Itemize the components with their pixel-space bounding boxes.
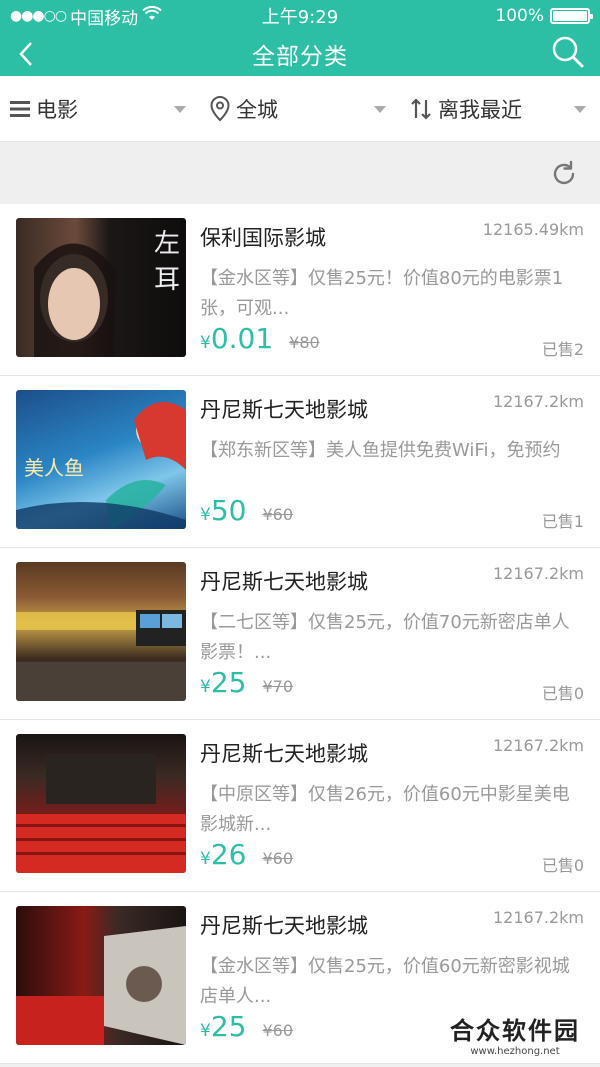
filter-category[interactable]: 电影 xyxy=(0,76,200,141)
search-icon xyxy=(552,36,584,68)
original-price: ¥60 xyxy=(262,849,294,868)
sort-icon xyxy=(411,97,431,120)
list-icon xyxy=(10,100,30,117)
refresh-button[interactable] xyxy=(550,160,578,188)
original-price: ¥70 xyxy=(262,677,294,696)
chevron-left-icon xyxy=(19,42,32,66)
caret-down-icon xyxy=(374,106,386,113)
movie-poster-image: 左耳 xyxy=(16,218,186,357)
list-item[interactable]: 左耳 保利国际影城 12165.49km 【金水区等】仅售25元！价值80元的电… xyxy=(0,204,600,376)
filter-area-label: 全城 xyxy=(236,97,278,122)
price-row: ¥ 25 ¥70 xyxy=(200,666,293,699)
filter-sort-label: 离我最近 xyxy=(438,97,522,122)
deal-description: 【二七区等】仅售25元，价值70元新密店单人影票！... xyxy=(200,612,570,663)
price-row: ¥ 50 ¥60 xyxy=(200,494,293,527)
deal-description: 【中原区等】仅售26元，价值60元中影星美电影城新... xyxy=(200,784,570,835)
list-item[interactable]: 美人鱼 丹尼斯七天地影城 12167.2km 【郑东新区等】美人鱼提供免费WiF… xyxy=(0,376,600,548)
original-price: ¥60 xyxy=(262,1021,294,1040)
status-bar: ●●●○○ 中国移动 上午9:29 100% xyxy=(0,0,600,32)
site-watermark: 合众软件园 www.hezhong.net xyxy=(444,1009,586,1059)
deal-description: 【金水区等】仅售25元！价值80元的电影票1张，可观... xyxy=(200,268,564,319)
watermark-title: 合众软件园 xyxy=(450,1017,580,1045)
clock: 上午9:29 xyxy=(261,7,339,28)
back-button[interactable] xyxy=(18,36,54,72)
deal-price: 25 xyxy=(210,1010,247,1043)
deal-price: 25 xyxy=(210,666,247,699)
caret-down-icon xyxy=(174,106,186,113)
sold-count: 已售1 xyxy=(541,512,584,531)
location-pin-icon xyxy=(210,95,230,121)
deal-description: 【金水区等】仅售25元，价值60元新密影视城店单人... xyxy=(200,956,570,1007)
carrier-label: 中国移动 xyxy=(70,8,139,29)
deal-price: 26 xyxy=(210,838,247,871)
distance-label: 12165.49km xyxy=(482,220,584,239)
currency-symbol: ¥ xyxy=(200,505,211,525)
currency-symbol: ¥ xyxy=(200,677,211,697)
list-item[interactable]: 丹尼斯七天地影城 12167.2km 【二七区等】仅售25元，价值70元新密店单… xyxy=(0,548,600,720)
cinema-lobby-image xyxy=(16,562,186,701)
sold-count: 已售2 xyxy=(541,340,584,359)
movie-poster-image: 美人鱼 xyxy=(16,390,186,529)
cinema-hall-image xyxy=(16,906,186,1045)
distance-label: 12167.2km xyxy=(492,564,584,583)
page-title: 全部分类 xyxy=(252,44,348,70)
search-button[interactable] xyxy=(548,32,588,72)
original-price: ¥80 xyxy=(289,333,320,352)
original-price: ¥60 xyxy=(262,505,294,524)
refresh-icon xyxy=(553,160,575,185)
filter-sort[interactable]: 离我最近 xyxy=(400,76,600,141)
refresh-bar xyxy=(0,142,600,204)
deal-price: 0.01 xyxy=(210,322,274,355)
distance-label: 12167.2km xyxy=(492,736,584,755)
filter-bar: 电影 全城 离我最近 xyxy=(0,76,600,142)
sold-count: 已售0 xyxy=(541,684,584,703)
poster-title-text: 美人鱼 xyxy=(24,456,84,480)
currency-symbol: ¥ xyxy=(200,333,211,353)
distance-label: 12167.2km xyxy=(492,392,584,411)
cinema-list: 左耳 保利国际影城 12165.49km 【金水区等】仅售25元！价值80元的电… xyxy=(0,204,600,1064)
price-row: ¥ 0.01 ¥80 xyxy=(200,322,320,355)
battery-icon xyxy=(550,8,593,24)
wifi-icon xyxy=(142,5,162,27)
currency-symbol: ¥ xyxy=(200,1021,211,1041)
poster-title-text: 左耳 xyxy=(154,229,181,295)
cinema-hall-image xyxy=(16,734,186,873)
price-row: ¥ 26 ¥60 xyxy=(200,838,293,871)
price-row: ¥ 25 ¥60 xyxy=(200,1010,293,1043)
sold-count: 已售0 xyxy=(541,856,584,875)
battery-percent: 100% xyxy=(495,6,544,26)
deal-description: 【郑东新区等】美人鱼提供免费WiFi，免预约 xyxy=(200,440,561,461)
list-item[interactable]: 丹尼斯七天地影城 12167.2km 【中原区等】仅售26元，价值60元中影星美… xyxy=(0,720,600,892)
distance-label: 12167.2km xyxy=(492,908,584,927)
deal-price: 50 xyxy=(210,494,247,527)
app-header: ●●●○○ 中国移动 上午9:29 100% 全部分类 xyxy=(0,0,600,76)
filter-area[interactable]: 全城 xyxy=(200,76,400,141)
caret-down-icon xyxy=(574,106,586,113)
signal-strength: ●●●○○ xyxy=(10,8,67,24)
nav-bar: 全部分类 xyxy=(0,32,600,76)
watermark-url: www.hezhong.net xyxy=(470,1046,560,1057)
filter-category-label: 电影 xyxy=(36,97,78,122)
currency-symbol: ¥ xyxy=(200,849,211,869)
